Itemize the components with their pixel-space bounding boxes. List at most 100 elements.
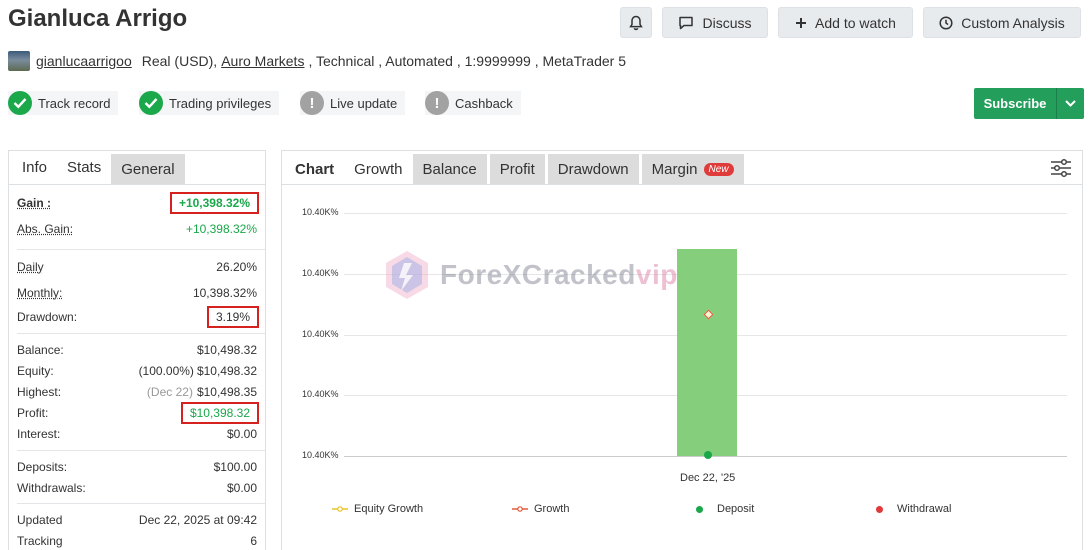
avatar[interactable] — [8, 51, 30, 71]
watermark: ForeXCrackedvip — [382, 249, 678, 301]
legend-label: Withdrawal — [897, 503, 952, 515]
discuss-button[interactable]: Discuss — [662, 7, 768, 38]
tab-growth[interactable]: Growth — [344, 154, 413, 184]
chart-tabs: Chart Growth Balance Profit Drawdown Mar… — [282, 151, 1082, 185]
badge-live-update[interactable]: ! Live update — [300, 91, 406, 115]
stat-label: Deposits: — [17, 460, 68, 474]
add-to-watch-label: Add to watch — [815, 14, 896, 31]
clock-icon — [939, 15, 953, 30]
watermark-text: ForeXCrackedvip — [440, 259, 678, 291]
legend-label: Deposit — [717, 503, 755, 515]
badge-cashback[interactable]: ! Cashback — [425, 91, 521, 115]
watermark-suffix: vip — [635, 259, 678, 290]
y-tick-label: 10.40K% — [302, 389, 339, 399]
stat-label[interactable]: Abs. Gain: — [17, 222, 73, 236]
y-tick-label: 10.40K% — [302, 207, 339, 217]
stat-label: Equity: — [17, 364, 54, 378]
stat-label: Profit: — [17, 406, 49, 420]
withdrawal-legend-icon — [876, 505, 883, 513]
page-title: Gianluca Arrigo — [8, 5, 188, 32]
badge-label: Trading privileges — [169, 95, 272, 111]
tab-profit[interactable]: Profit — [489, 154, 545, 184]
growth-bar[interactable] — [677, 249, 737, 456]
stat-label: Drawdown: — [17, 310, 78, 324]
tab-margin[interactable]: Margin New — [641, 154, 744, 184]
stat-profit: Profit: $10,398.32 — [17, 402, 260, 424]
badge-label: Track record — [38, 95, 111, 111]
username-link[interactable]: gianlucaarrigoo — [36, 53, 132, 69]
stat-label: Tracking — [17, 534, 63, 548]
badge-label: Cashback — [455, 95, 513, 111]
broker-link[interactable]: Auro Markets — [221, 53, 304, 69]
legend-label: Growth — [534, 503, 570, 515]
chart-settings-icon[interactable] — [1050, 158, 1072, 183]
tab-info[interactable]: Info — [9, 151, 57, 184]
custom-analysis-label: Custom Analysis — [961, 14, 1065, 31]
chart-gridline — [344, 213, 1067, 214]
stat-label[interactable]: Gain : — [17, 196, 51, 210]
tab-drawdown[interactable]: Drawdown — [547, 154, 639, 184]
legend-label: Equity Growth — [354, 503, 424, 515]
tab-stats[interactable]: Stats — [57, 151, 111, 184]
tab-margin-label: Margin — [651, 160, 698, 178]
stat-value: 10,398.32% — [192, 286, 257, 300]
stat-withdrawals: Withdrawals: $0.00 — [17, 478, 257, 498]
custom-analysis-button[interactable]: Custom Analysis — [923, 7, 1081, 38]
stat-value: $100.00 — [213, 460, 257, 474]
stat-label: Highest: — [17, 385, 62, 399]
stat-abs-gain: Abs. Gain: +10,398.32% — [17, 219, 257, 239]
tab-general[interactable]: General — [111, 154, 185, 184]
account-meta: gianlucaarrigoo Real (USD), Auro Markets… — [8, 50, 626, 72]
stat-label: Updated — [17, 513, 63, 527]
stat-label[interactable]: Monthly: — [17, 286, 62, 300]
stat-value: +10,398.32% — [185, 222, 257, 236]
plus-icon — [796, 17, 807, 28]
legend-deposit[interactable]: Deposit — [696, 503, 754, 515]
stat-value: $10,398.32 — [180, 402, 260, 424]
chevron-down-icon[interactable] — [1056, 88, 1084, 119]
add-to-watch-button[interactable]: Add to watch — [778, 7, 913, 38]
subscribe-label: Subscribe — [983, 96, 1047, 111]
bell-icon — [629, 15, 643, 30]
watermark-main: ForeXCracked — [440, 259, 636, 290]
divider — [17, 333, 265, 334]
stat-value: +10,398.32% — [169, 192, 260, 214]
x-tick-label: Dec 22, '25 — [680, 472, 736, 484]
equity-amount: $10,498.32 — [196, 364, 257, 378]
equity-percent: (100.00%) — [138, 364, 194, 378]
subscribe-button[interactable]: Subscribe — [974, 88, 1084, 119]
check-icon — [8, 91, 32, 115]
growth-legend-icon — [512, 506, 528, 512]
account-details: , Technical , Automated , 1:9999999 , Me… — [308, 53, 626, 69]
stat-value: $10,498.32 — [196, 343, 257, 357]
stat-value: 6 — [250, 534, 257, 548]
stat-updated: Updated Dec 22, 2025 at 09:42 — [17, 510, 257, 530]
tab-balance[interactable]: Balance — [412, 154, 487, 184]
legend-equity-growth[interactable]: Equity Growth — [332, 503, 423, 515]
comment-icon — [679, 16, 694, 29]
stats-panel: Info Stats General Gain : +10,398.32% Ab… — [8, 150, 266, 550]
account-type: Real (USD), — [141, 53, 218, 69]
legend-withdrawal[interactable]: Withdrawal — [876, 503, 951, 515]
badge-trading-privileges[interactable]: Trading privileges — [139, 91, 280, 115]
stat-drawdown: Drawdown: 3.19% — [17, 306, 260, 328]
stat-label[interactable]: Daily — [17, 260, 44, 274]
notifications-button[interactable] — [620, 7, 652, 38]
discuss-label: Discuss — [702, 14, 752, 31]
y-tick-label: 10.40K% — [302, 450, 339, 460]
legend-growth[interactable]: Growth — [512, 503, 569, 515]
equity-growth-legend-icon — [332, 506, 348, 512]
tab-chart[interactable]: Chart — [282, 154, 345, 184]
stat-value: Dec 22, 2025 at 09:42 — [138, 513, 257, 527]
y-tick-label: 10.40K% — [302, 329, 339, 339]
deposit-legend-icon — [696, 505, 703, 513]
stat-value: $0.00 — [226, 427, 257, 441]
stat-value: $0.00 — [226, 481, 257, 495]
badge-track-record[interactable]: Track record — [8, 91, 119, 115]
stat-value: 3.19% — [206, 306, 260, 328]
check-icon — [139, 91, 163, 115]
stat-deposits: Deposits: $100.00 — [17, 457, 257, 477]
highest-amount: $10,498.35 — [196, 385, 257, 399]
deposit-point[interactable] — [704, 451, 712, 459]
highest-date: (Dec 22) — [146, 385, 193, 399]
